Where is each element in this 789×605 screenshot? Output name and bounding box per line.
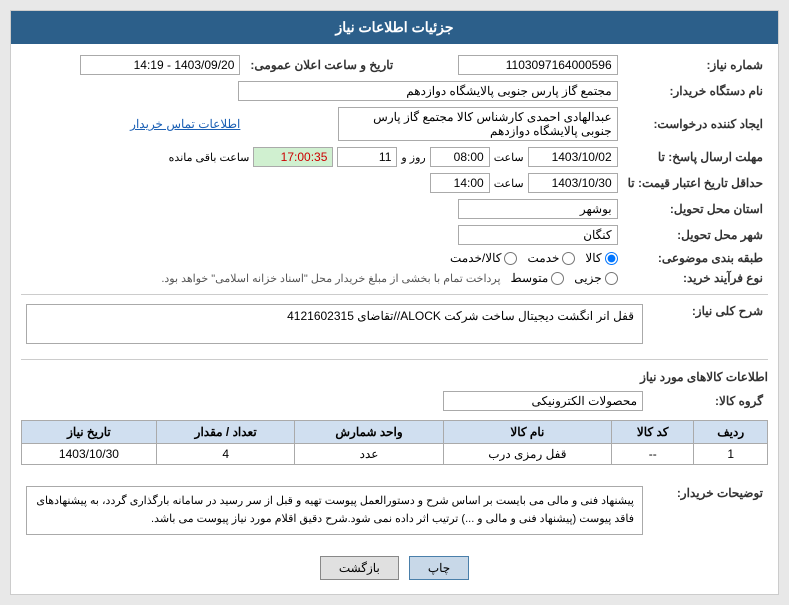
- tabagheh-kala-khedmat-label: کالا/خدمت: [450, 251, 501, 265]
- tabagheh-kala-khedmat-option[interactable]: کالا/خدمت: [450, 251, 517, 265]
- mohlat-row: 1403/10/02 ساعت 08:00 روز و 11 17:00:35 …: [26, 147, 618, 167]
- grooh-label: گروه کالا:: [648, 388, 768, 414]
- cell-radif: 1: [694, 444, 768, 465]
- shomara-niaz-label: شماره نیاز:: [623, 52, 768, 78]
- shomara-niaz-value: 1103097164000596: [458, 55, 618, 75]
- mohlat-label: مهلت ارسال پاسخ: تا: [623, 144, 768, 170]
- kala-header-row: ردیف کد کالا نام کالا واحد شمارش تعداد /…: [22, 421, 768, 444]
- tarikh-label: تاریخ و ساعت اعلان عمومی:: [245, 52, 398, 78]
- table-row: 1 -- قفل رمزی درب عدد 4 1403/10/30: [22, 444, 768, 465]
- col-kod: کد کالا: [612, 421, 694, 444]
- hadaghal-label: حداقل تاریخ اعتبار قیمت: تا: [623, 170, 768, 196]
- cell-naam: قفل رمزی درب: [443, 444, 611, 465]
- tabagheh-khedmat-option[interactable]: خدمت: [527, 251, 575, 265]
- nooe-desc: پرداخت تمام با بخشی از مبلغ خریدار محل "…: [161, 272, 500, 285]
- bazgasht-button[interactable]: بازگشت: [320, 556, 399, 580]
- cell-tedad: 4: [156, 444, 295, 465]
- hadaghal-date: 1403/10/30: [528, 173, 618, 193]
- row-mohlat: مهلت ارسال پاسخ: تا 1403/10/02 ساعت 08:0…: [21, 144, 768, 170]
- row-sarh: شرح کلی نیاز: قفل انر انگشت دیجیتال ساخت…: [21, 301, 768, 353]
- ettelaat-section-title: اطلاعات کالاهای مورد نیاز: [21, 366, 768, 388]
- notice-text: پیشنهاد فنی و مالی می بایست بر اساس شرح …: [26, 486, 643, 535]
- nooe-jozii-label: جزیی: [574, 271, 601, 285]
- tabagheh-kala-radio[interactable]: [605, 252, 618, 265]
- col-naam: نام کالا: [443, 421, 611, 444]
- nooe-farayand-label: نوع فرآیند خرید:: [623, 268, 768, 288]
- grooh-table: گروه کالا: محصولات الکترونیکی: [21, 388, 768, 414]
- shahr-value: کنگان: [458, 225, 618, 245]
- divider-1: [21, 294, 768, 295]
- rooz-label: روز و: [401, 151, 425, 164]
- row-grooh: گروه کالا: محصولات الکترونیکی: [21, 388, 768, 414]
- cell-vahed: عدد: [295, 444, 443, 465]
- shahr-label: شهر محل تحویل:: [623, 222, 768, 248]
- nooe-jozii-option[interactable]: جزیی: [574, 271, 617, 285]
- content-area: شماره نیاز: 1103097164000596 تاریخ و ساع…: [11, 44, 778, 594]
- ijad-label: ایجاد کننده درخواست:: [623, 104, 768, 144]
- naam-dastgah-label: نام دستگاه خریدار:: [623, 78, 768, 104]
- mohlat-date: 1403/10/02: [528, 147, 618, 167]
- kala-table-body: 1 -- قفل رمزی درب عدد 4 1403/10/30: [22, 444, 768, 465]
- hadaghal-saat: 14:00: [430, 173, 490, 193]
- mohlat-saat: 08:00: [430, 147, 490, 167]
- row-notice: توضیحات خریدار: پیشنهاد فنی و مالی می با…: [21, 483, 768, 544]
- row-naam-dastgah: نام دستگاه خریدار: مجتمع گاز پارس جنوبی …: [21, 78, 768, 104]
- tabagheh-label: طبقه بندی موضوعی:: [623, 248, 768, 268]
- saat-label: ساعت: [494, 151, 524, 164]
- sarh-label: شرح کلی نیاز:: [648, 301, 768, 353]
- remaining-label: ساعت باقی مانده: [169, 151, 250, 164]
- nooe-motavaset-radio[interactable]: [551, 272, 564, 285]
- row-nooe-farayand: نوع فرآیند خرید: جزیی متوسط پرداخت تمام …: [21, 268, 768, 288]
- ettelaat-tamas-link[interactable]: اطلاعات تماس خریدار: [130, 117, 240, 131]
- nooe-motavaset-option[interactable]: متوسط: [511, 271, 565, 285]
- tabagheh-khedmat-radio[interactable]: [562, 252, 575, 265]
- hadaghal-row: 1403/10/30 ساعت 14:00: [26, 173, 618, 193]
- ostan-label: استان محل تحویل:: [623, 196, 768, 222]
- notice-label: توضیحات خریدار:: [648, 483, 768, 544]
- page-header: جزئیات اطلاعات نیاز: [11, 11, 778, 44]
- col-radif: ردیف: [694, 421, 768, 444]
- mohlat-remaining: 17:00:35: [253, 147, 333, 167]
- row-ostan: استان محل تحویل: بوشهر: [21, 196, 768, 222]
- tabagheh-kala-khedmat-radio[interactable]: [504, 252, 517, 265]
- tabagheh-kala-label: کالا: [585, 251, 601, 265]
- tabagheh-radio-group: کالا خدمت کالا/خدمت: [26, 251, 618, 265]
- nooe-radio-group: جزیی متوسط پرداخت تمام با بخشی از مبلغ خ…: [26, 271, 618, 285]
- grooh-value: محصولات الکترونیکی: [443, 391, 643, 411]
- chap-button[interactable]: چاپ: [409, 556, 469, 580]
- sarh-table: شرح کلی نیاز: قفل انر انگشت دیجیتال ساخت…: [21, 301, 768, 353]
- hadaghal-saat-label: ساعت: [494, 177, 524, 190]
- nooe-jozii-radio[interactable]: [605, 272, 618, 285]
- page-container: جزئیات اطلاعات نیاز شماره نیاز: 11030971…: [10, 10, 779, 595]
- tabagheh-kala-option[interactable]: کالا: [585, 251, 617, 265]
- row-shahr: شهر محل تحویل: کنگان: [21, 222, 768, 248]
- main-form-table: شماره نیاز: 1103097164000596 تاریخ و ساع…: [21, 52, 768, 288]
- col-vahed: واحد شمارش: [295, 421, 443, 444]
- tabagheh-khedmat-label: خدمت: [527, 251, 559, 265]
- ostan-value: بوشهر: [458, 199, 618, 219]
- button-row: چاپ بازگشت: [21, 550, 768, 586]
- nooe-motavaset-label: متوسط: [511, 271, 549, 285]
- kala-table-header: ردیف کد کالا نام کالا واحد شمارش تعداد /…: [22, 421, 768, 444]
- cell-tarikh: 1403/10/30: [22, 444, 157, 465]
- cell-kod: --: [612, 444, 694, 465]
- naam-dastgah-value: مجتمع گاز پارس جنوبی پالایشگاه دوازدهم: [238, 81, 618, 101]
- sarh-value: قفل انر انگشت دیجیتال ساخت شرکت ALOCK//ت…: [26, 304, 643, 344]
- col-tedad: تعداد / مقدار: [156, 421, 295, 444]
- divider-2: [21, 359, 768, 360]
- mohlat-rooz: 11: [337, 147, 397, 167]
- tarikh-value: 1403/09/20 - 14:19: [80, 55, 240, 75]
- row-tabagheh: طبقه بندی موضوعی: کالا خدمت: [21, 248, 768, 268]
- page-title: جزئیات اطلاعات نیاز: [335, 19, 453, 35]
- notice-table: توضیحات خریدار: پیشنهاد فنی و مالی می با…: [21, 483, 768, 544]
- kala-table: ردیف کد کالا نام کالا واحد شمارش تعداد /…: [21, 420, 768, 465]
- ijad-value: عبدالهادی احمدی کارشناس کالا مجتمع گاز پ…: [338, 107, 618, 141]
- row-ijad: ایجاد کننده درخواست: عبدالهادی احمدی کار…: [21, 104, 768, 144]
- row-shomara-tarikh: شماره نیاز: 1103097164000596 تاریخ و ساع…: [21, 52, 768, 78]
- col-tarikh: تاریخ نیاز: [22, 421, 157, 444]
- row-hadaghal: حداقل تاریخ اعتبار قیمت: تا 1403/10/30 س…: [21, 170, 768, 196]
